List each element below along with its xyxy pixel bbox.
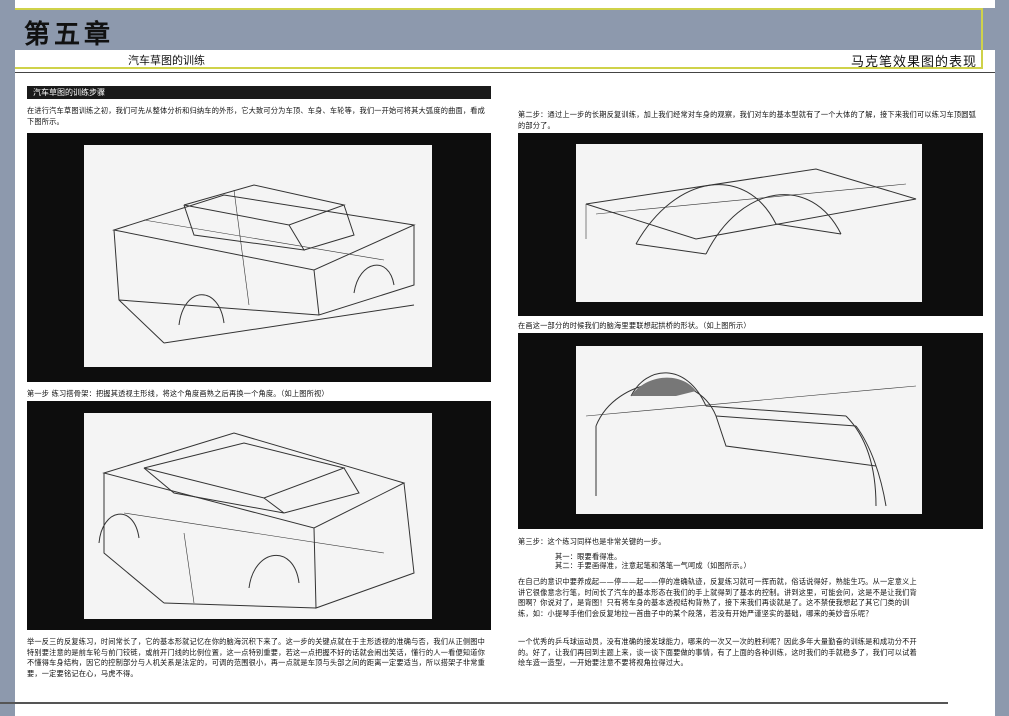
- closing-paragraph: 举一反三的反复练习，时间常长了，它的基本形就记忆在你的脑海沉积下来了。这一步的关…: [27, 637, 486, 678]
- image-frame-3: [518, 133, 983, 316]
- image-frame-4: [518, 333, 983, 529]
- roof-detail-sketch: [585, 372, 917, 507]
- roof-arch-sketch: [585, 168, 917, 255]
- intro-paragraph: 在进行汽车草图训练之初，我们可先从整体分析和归纳车的外形，它大致可分为车顶、车身…: [27, 106, 486, 126]
- image-frame-1: [27, 133, 491, 382]
- roof-arch-sketch-image: [576, 144, 922, 302]
- footer-line: [0, 702, 948, 704]
- caption-2: 在画这一部分的时候我们的脑海里要联想起拱桥的形状。（如上图所示）: [518, 321, 751, 330]
- header-divider: [15, 72, 995, 73]
- chapter-subtitle: 汽车草图的训练: [128, 54, 205, 67]
- car-box-sketch: [112, 184, 416, 344]
- section-heading: 马克笔效果图的表现: [850, 55, 977, 70]
- section-label: 汽车草图的训练步骤: [27, 86, 491, 99]
- page: 第五章 汽车草图的训练 马克笔效果图的表现 汽车草图的训练步骤 在进行汽车草图训…: [0, 0, 1009, 716]
- right-margin-band: [995, 0, 1009, 716]
- step1-text: 第一步 练习搭骨架：把握其透视主形线，将这个角度画熟之后再换一个角度。（如上图所…: [27, 389, 329, 398]
- car-box-sketch-image: [84, 145, 432, 367]
- training-paragraph: 一个优秀的乒乓球运动员，没有准确的接发球能力，哪来的一次又一次的胜利呢？因此多年…: [518, 637, 917, 667]
- roof-detail-sketch-image: [576, 346, 922, 514]
- image-frame-2: [27, 401, 491, 630]
- step3-point-2: 其二：手要画得准，注意起笔和落笔一气呵成（如图所示。）: [555, 561, 751, 570]
- car-body-sketch-image: [84, 413, 432, 619]
- car-body-sketch: [98, 432, 415, 609]
- practice-paragraph: 在自己的意识中要养成起——停——起——停的准确轨迹，反复练习就可一挥而就，俗话说…: [518, 577, 917, 618]
- step3-text: 第三步：这个练习同样也是非常关键的一步。: [518, 537, 666, 546]
- left-margin-band: [0, 0, 15, 716]
- step2-text: 第二步：通过上一步的长期反复训练，加上我们经常对车身的观察，我们对车的基本型就有…: [518, 110, 977, 130]
- chapter-title: 第五章: [24, 20, 115, 50]
